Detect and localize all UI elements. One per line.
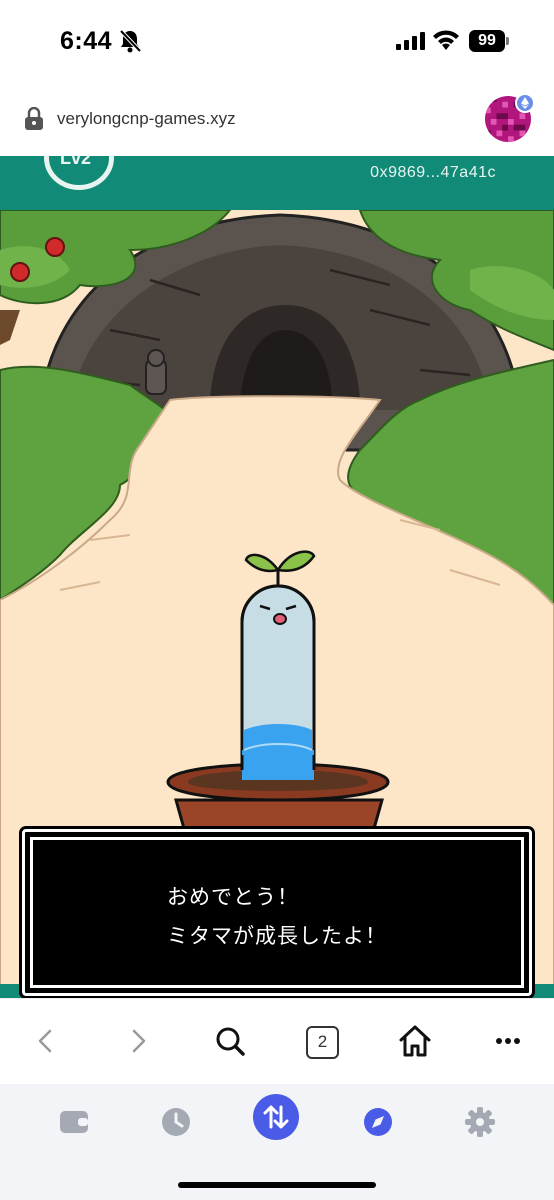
game-header: Lv2 0x9869...47a41c — [0, 156, 554, 210]
address-bar[interactable]: verylongcnp-games.xyz — [0, 84, 554, 156]
wallet-address[interactable]: 0x9869...47a41c — [370, 164, 496, 182]
lock-icon — [25, 107, 43, 130]
dialog-text-line2: ミタマが成長したよ！ — [167, 925, 387, 948]
status-time: 6:44 — [60, 27, 113, 55]
swap-icon — [263, 1105, 289, 1129]
ethereum-badge-icon — [515, 93, 535, 113]
search-icon[interactable] — [210, 1021, 250, 1061]
swap-button[interactable] — [253, 1094, 299, 1140]
compass-icon[interactable] — [354, 1098, 402, 1146]
tabs-icon[interactable]: 2 — [306, 1026, 339, 1059]
wifi-icon — [433, 30, 459, 50]
browser-toolbar: 2 — [0, 998, 554, 1084]
battery-level: 99 — [469, 30, 505, 52]
forward-chevron-icon[interactable] — [118, 1021, 158, 1061]
bell-slash-icon — [119, 29, 141, 53]
dialog-text-line1: おめでとう！ — [167, 886, 299, 909]
level-text: Lv2 — [60, 156, 92, 168]
message-dialog[interactable]: おめでとう！ ミタマが成長したよ！ — [19, 826, 535, 999]
battery-icon: 99 — [469, 30, 509, 52]
status-bar: 6:44 99 — [0, 0, 554, 84]
cellular-signal-icon — [396, 32, 425, 50]
wallet-app-nav — [0, 1084, 554, 1200]
clock-icon[interactable] — [152, 1098, 200, 1146]
back-chevron-icon[interactable] — [26, 1021, 66, 1061]
home-icon[interactable] — [395, 1021, 435, 1061]
wallet-icon[interactable] — [50, 1098, 98, 1146]
more-icon[interactable] — [488, 1021, 528, 1061]
gear-icon[interactable] — [456, 1098, 504, 1146]
home-indicator — [178, 1182, 376, 1188]
url-text[interactable]: verylongcnp-games.xyz — [57, 109, 236, 129]
